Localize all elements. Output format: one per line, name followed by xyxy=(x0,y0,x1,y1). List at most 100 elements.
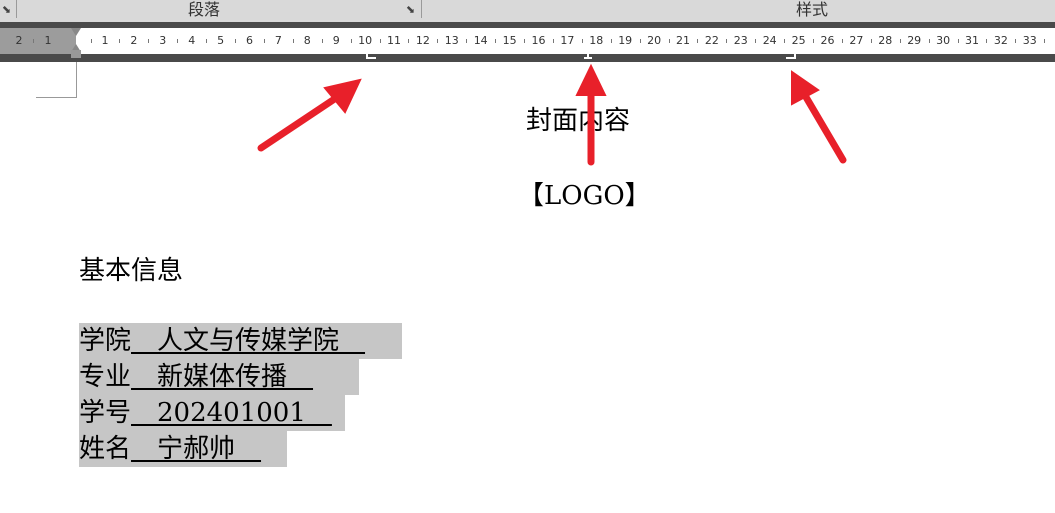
horizontal-ruler-area: 2 1 1 2 3 4 5 6 7 8 9 10 11 12 13 14 15 16 17 18 19 20 21 22 2… xyxy=(0,22,1055,62)
ruler-label: 25 xyxy=(791,34,806,47)
ruler-tick xyxy=(1044,39,1046,43)
ruler-tick xyxy=(870,39,872,43)
section-heading[interactable]: 基本信息 xyxy=(79,250,183,287)
ruler-tick xyxy=(928,39,930,43)
ruler-label: 21 xyxy=(676,34,690,47)
ruler-label: 27 xyxy=(849,34,864,47)
field-row-college[interactable]: 学院 人文与传媒学院 xyxy=(79,323,402,359)
ruler-label: 23 xyxy=(733,34,748,47)
ruler-label: 2 xyxy=(130,34,138,47)
ruler-label: 4 xyxy=(188,34,196,47)
ruler-tick xyxy=(90,39,92,43)
arrow-icon xyxy=(257,78,362,152)
ruler-label: 1 xyxy=(44,34,52,47)
ruler-tick xyxy=(813,39,815,43)
ruler-label: 2 xyxy=(15,34,23,47)
page-margin-corner xyxy=(36,62,77,98)
field-row-student-id[interactable]: 学号 202401001 xyxy=(79,395,345,431)
ruler-label: 31 xyxy=(965,34,979,47)
ruler-tick xyxy=(899,39,901,43)
ribbon-separator xyxy=(16,0,17,18)
ruler-label: 24 xyxy=(762,34,777,47)
ruler-tick xyxy=(668,39,670,43)
ruler-tick xyxy=(437,39,439,43)
ruler-tick xyxy=(148,39,150,43)
ruler-tick xyxy=(957,39,959,43)
ruler-label: 17 xyxy=(560,34,575,47)
ruler-label: 32 xyxy=(993,34,1008,47)
ruler-tick xyxy=(408,39,410,43)
ruler-tick xyxy=(263,39,265,43)
ruler-left-margin xyxy=(0,28,76,54)
ribbon-group-labels: ⬊ 段落 ⬊ 样式 xyxy=(0,0,1055,22)
ruler-tick xyxy=(726,39,728,43)
ribbon-separator xyxy=(421,0,422,18)
ruler-tick xyxy=(784,39,786,43)
ruler-label: 10 xyxy=(358,34,373,47)
ruler-label: 9 xyxy=(332,34,340,47)
field-label: 学院 xyxy=(79,326,132,356)
ruler-tick xyxy=(610,39,612,43)
ruler-label: 33 xyxy=(1022,34,1037,47)
ruler-label: 22 xyxy=(704,34,719,47)
field-label: 专业 xyxy=(79,362,132,392)
ruler-tick xyxy=(495,39,497,43)
ruler-label: 20 xyxy=(647,34,662,47)
ruler-tick xyxy=(524,39,526,43)
ruler-label: 7 xyxy=(274,34,282,47)
ruler-label: 15 xyxy=(502,34,517,47)
ruler-label: 12 xyxy=(415,34,430,47)
field-value: 202401001 xyxy=(131,398,332,428)
first-line-indent-marker[interactable] xyxy=(71,28,81,36)
left-tab-stop[interactable] xyxy=(366,49,376,59)
ruler-tick xyxy=(119,39,121,43)
ruler-label: 26 xyxy=(820,34,835,47)
ruler-tick xyxy=(1015,39,1017,43)
ruler-label: 3 xyxy=(159,34,167,47)
ruler-label: 16 xyxy=(531,34,546,47)
ruler-tick xyxy=(379,39,381,43)
left-indent-marker[interactable] xyxy=(71,50,81,58)
ruler-tick xyxy=(350,39,352,43)
field-value: 新媒体传播 xyxy=(131,362,314,392)
paragraph-dialog-launcher-icon[interactable]: ⬊ xyxy=(404,3,417,16)
ruler-tick xyxy=(755,39,757,43)
ruler-label: 14 xyxy=(473,34,488,47)
field-value: 宁郝帅 xyxy=(131,434,262,464)
ruler-tick xyxy=(841,39,843,43)
center-tab-stop[interactable] xyxy=(584,49,592,59)
ruler-tick xyxy=(552,39,554,43)
ruler-label: 6 xyxy=(246,34,253,47)
ruler-tick xyxy=(466,39,468,43)
arrow-icon xyxy=(791,70,847,164)
ruler-tick xyxy=(639,39,641,43)
ruler-label: 1 xyxy=(101,34,109,47)
ruler-label: 29 xyxy=(907,34,922,47)
ruler-tick xyxy=(206,39,208,43)
ruler-label: 19 xyxy=(618,34,633,47)
cover-title[interactable]: 封面内容 xyxy=(526,100,630,137)
ruler-label: 5 xyxy=(217,34,225,47)
ruler-label: 8 xyxy=(303,34,311,47)
paragraph-group-label: 段落 xyxy=(188,0,221,19)
info-fields: 学院 人文与传媒学院 专业 新媒体传播 学号 202401001 姓名 宁郝帅 xyxy=(79,323,402,467)
ruler-tick xyxy=(292,39,294,43)
field-label: 学号 xyxy=(79,398,132,428)
field-row-major[interactable]: 专业 新媒体传播 xyxy=(79,359,359,395)
ruler-tick xyxy=(697,39,699,43)
ruler-tick xyxy=(321,39,323,43)
right-tab-stop[interactable] xyxy=(786,49,796,59)
field-value: 人文与传媒学院 xyxy=(131,326,366,356)
ruler-tick xyxy=(177,39,179,43)
ruler-label: 18 xyxy=(589,34,604,47)
styles-group-label: 样式 xyxy=(796,0,829,19)
ruler-label: 28 xyxy=(878,34,893,47)
logo-placeholder[interactable]: 【LOGO】 xyxy=(518,175,651,212)
horizontal-ruler[interactable]: 2 1 1 2 3 4 5 6 7 8 9 10 11 12 13 14 15 16 17 18 19 20 21 22 2… xyxy=(0,28,1055,54)
field-row-name[interactable]: 姓名 宁郝帅 xyxy=(79,431,287,467)
field-label: 姓名 xyxy=(79,434,132,464)
ruler-tick xyxy=(33,39,34,43)
dialog-launcher-icon[interactable]: ⬊ xyxy=(0,3,13,16)
ruler-label: 11 xyxy=(387,34,401,47)
ruler-label: 13 xyxy=(444,34,459,47)
